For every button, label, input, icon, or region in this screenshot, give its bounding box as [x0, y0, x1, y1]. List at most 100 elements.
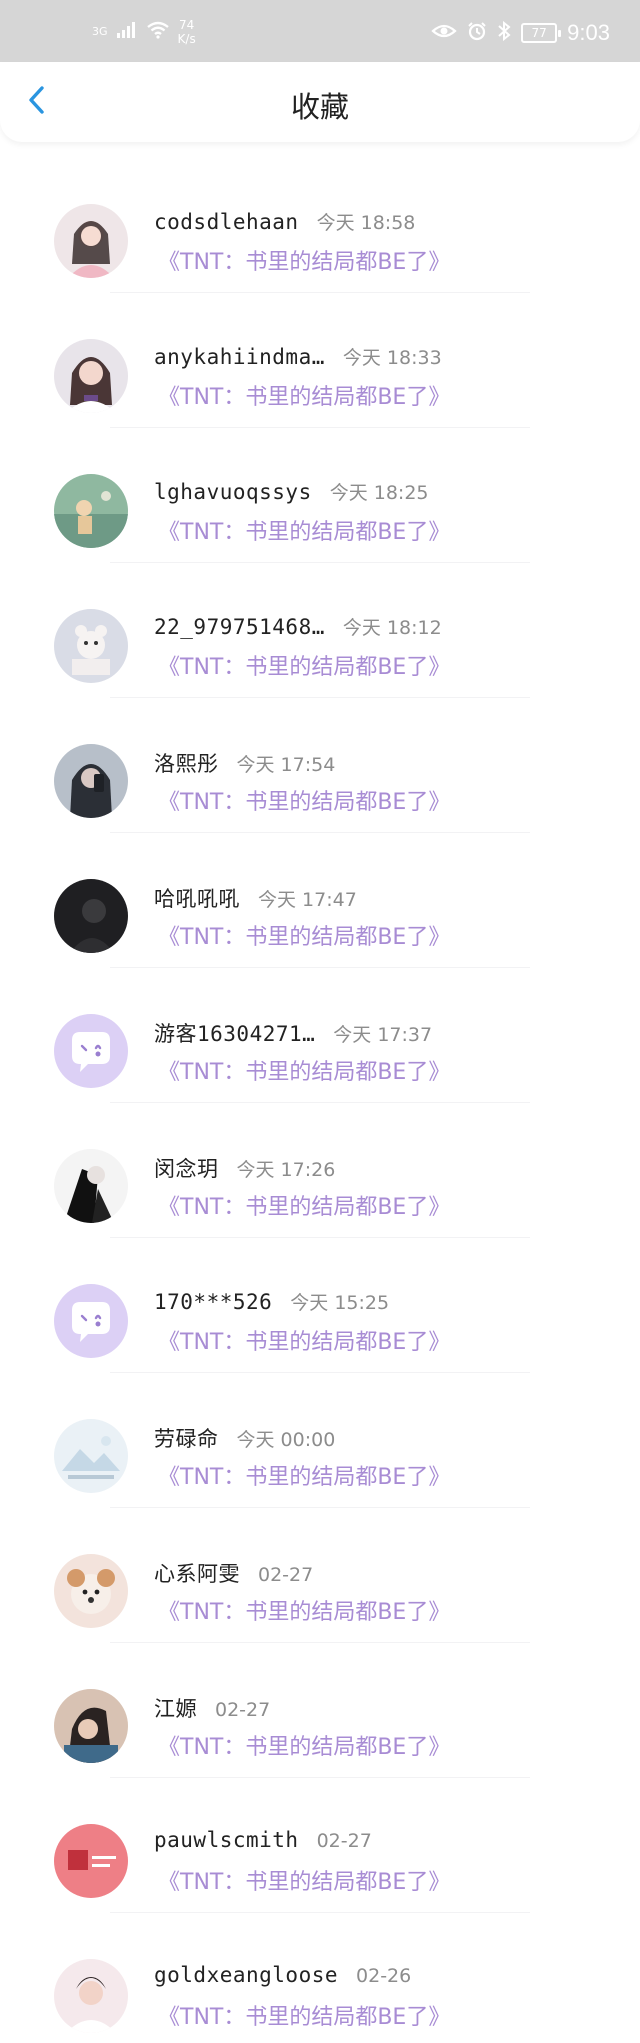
- status-right: 77 9:03: [431, 20, 610, 46]
- list-item[interactable]: codsdlehaan 今天 18:58 《TNT：书里的结局都BE了》: [0, 158, 640, 293]
- user-name: 170***526: [154, 1290, 273, 1314]
- user-name: 闵念玥: [154, 1157, 219, 1181]
- item-header: 哈吼吼吼 今天 17:47: [154, 883, 357, 913]
- avatar[interactable]: [54, 609, 128, 683]
- wifi-icon: [146, 21, 170, 43]
- item-message: 《TNT：书里的结局都BE了》: [158, 1330, 451, 1355]
- item-message: 《TNT：书里的结局都BE了》: [158, 925, 451, 950]
- speed-value: 74: [178, 18, 195, 32]
- avatar[interactable]: [54, 1014, 128, 1088]
- list-item[interactable]: 闵念玥 今天 17:26 《TNT：书里的结局都BE了》: [0, 1103, 640, 1238]
- avatar[interactable]: [54, 1284, 128, 1358]
- item-message: 《TNT：书里的结局都BE了》: [158, 1195, 451, 1220]
- item-time: 今天 18:33: [342, 347, 442, 369]
- item-time: 02-27: [258, 1564, 314, 1586]
- list-item[interactable]: anykahiindma… 今天 18:33 《TNT：书里的结局都BE了》: [0, 293, 640, 428]
- item-time: 今天 15:25: [290, 1292, 390, 1314]
- network-type: 3G: [92, 25, 108, 38]
- user-name: 游客16304271…: [154, 1022, 316, 1046]
- signal-icon: [116, 21, 138, 43]
- user-name: 洛熙彤: [154, 752, 219, 776]
- avatar[interactable]: [54, 1149, 128, 1223]
- list-item[interactable]: lghavuoqssys 今天 18:25 《TNT：书里的结局都BE了》: [0, 428, 640, 563]
- status-bar: 3G 74 K/s 77 9:03: [0, 0, 640, 62]
- list-item[interactable]: 江嫄 02-27 《TNT：书里的结局都BE了》: [0, 1643, 640, 1778]
- item-header: codsdlehaan 今天 18:58: [154, 208, 415, 235]
- item-time: 02-27: [316, 1830, 372, 1852]
- user-name: 哈吼吼吼: [154, 887, 240, 911]
- nav-bar: 收藏: [0, 62, 640, 142]
- item-time: 今天 17:47: [258, 889, 357, 911]
- list-item[interactable]: 劳碌命 今天 00:00 《TNT：书里的结局都BE了》: [0, 1373, 640, 1508]
- user-name: goldxeangloose: [154, 1963, 339, 1987]
- list-item[interactable]: 170***526 今天 15:25 《TNT：书里的结局都BE了》: [0, 1238, 640, 1373]
- list-item[interactable]: 22_979751468… 今天 18:12 《TNT：书里的结局都BE了》: [0, 563, 640, 698]
- avatar[interactable]: [54, 744, 128, 818]
- user-name: 心系阿雯: [154, 1562, 240, 1586]
- user-name: pauwlscmith: [154, 1828, 299, 1852]
- item-header: 洛熙彤 今天 17:54: [154, 748, 335, 778]
- speed-unit: K/s: [177, 32, 196, 46]
- user-name: 江嫄: [154, 1697, 197, 1721]
- list-item[interactable]: 哈吼吼吼 今天 17:47 《TNT：书里的结局都BE了》: [0, 833, 640, 968]
- avatar[interactable]: [54, 1959, 128, 2033]
- item-header: 170***526 今天 15:25: [154, 1288, 389, 1315]
- item-time: 02-27: [215, 1699, 271, 1721]
- item-header: 江嫄 02-27: [154, 1693, 270, 1723]
- item-header: anykahiindma… 今天 18:33: [154, 343, 442, 370]
- avatar[interactable]: [54, 1689, 128, 1763]
- item-message: 《TNT：书里的结局都BE了》: [158, 2005, 451, 2030]
- item-header: 心系阿雯 02-27: [154, 1558, 313, 1588]
- item-time: 02-26: [356, 1965, 412, 1987]
- favorites-list: codsdlehaan 今天 18:58 《TNT：书里的结局都BE了》 any…: [0, 158, 640, 2043]
- item-message: 《TNT：书里的结局都BE了》: [158, 1060, 451, 1085]
- item-header: 闵念玥 今天 17:26: [154, 1153, 335, 1183]
- item-message: 《TNT：书里的结局都BE了》: [158, 385, 451, 410]
- item-time: 今天 17:54: [236, 754, 336, 776]
- item-message: 《TNT：书里的结局都BE了》: [158, 1600, 451, 1625]
- item-header: 劳碌命 今天 00:00: [154, 1423, 335, 1453]
- list-item[interactable]: pauwlscmith 02-27 《TNT：书里的结局都BE了》: [0, 1778, 640, 1913]
- list-item[interactable]: 心系阿雯 02-27 《TNT：书里的结局都BE了》: [0, 1508, 640, 1643]
- user-name: anykahiindma…: [154, 345, 325, 369]
- user-name: 劳碌命: [154, 1427, 219, 1451]
- item-header: lghavuoqssys 今天 18:25: [154, 478, 429, 505]
- item-message: 《TNT：书里的结局都BE了》: [158, 655, 451, 680]
- item-message: 《TNT：书里的结局都BE了》: [158, 520, 451, 545]
- network-speed: 74 K/s: [178, 18, 196, 46]
- status-left: 3G 74 K/s: [92, 18, 196, 46]
- user-name: 22_979751468…: [154, 615, 325, 639]
- user-name: codsdlehaan: [154, 210, 299, 234]
- item-message: 《TNT：书里的结局都BE了》: [158, 1870, 451, 1895]
- battery-indicator: 77: [521, 23, 562, 43]
- item-time: 今天 18:12: [342, 617, 442, 639]
- item-time: 今天 00:00: [236, 1429, 336, 1451]
- item-header: 22_979751468… 今天 18:12: [154, 613, 442, 640]
- eye-icon: [431, 22, 457, 44]
- list-item[interactable]: 游客16304271… 今天 17:37 《TNT：书里的结局都BE了》: [0, 968, 640, 1103]
- avatar[interactable]: [54, 339, 128, 413]
- avatar[interactable]: [54, 879, 128, 953]
- alarm-icon: [467, 21, 487, 45]
- avatar[interactable]: [54, 474, 128, 548]
- item-message: 《TNT：书里的结局都BE了》: [158, 250, 451, 275]
- avatar[interactable]: [54, 1419, 128, 1493]
- item-message: 《TNT：书里的结局都BE了》: [158, 1735, 451, 1760]
- item-time: 今天 18:25: [329, 482, 429, 504]
- user-name: lghavuoqssys: [154, 480, 312, 504]
- item-time: 今天 17:37: [333, 1024, 433, 1046]
- item-time: 今天 18:58: [316, 212, 416, 234]
- avatar[interactable]: [54, 1554, 128, 1628]
- avatar[interactable]: [54, 204, 128, 278]
- item-message: 《TNT：书里的结局都BE了》: [158, 1465, 451, 1490]
- item-header: goldxeangloose 02-26: [154, 1963, 411, 1987]
- item-header: pauwlscmith 02-27: [154, 1828, 372, 1852]
- clock: 9:03: [567, 20, 610, 45]
- item-time: 今天 17:26: [236, 1159, 336, 1181]
- list-item[interactable]: 洛熙彤 今天 17:54 《TNT：书里的结局都BE了》: [0, 698, 640, 833]
- page-title: 收藏: [290, 90, 349, 124]
- item-message: 《TNT：书里的结局都BE了》: [158, 790, 451, 815]
- list-item[interactable]: goldxeangloose 02-26 《TNT：书里的结局都BE了》: [0, 1913, 640, 2043]
- avatar[interactable]: [54, 1824, 128, 1898]
- item-header: 游客16304271… 今天 17:37: [154, 1018, 432, 1048]
